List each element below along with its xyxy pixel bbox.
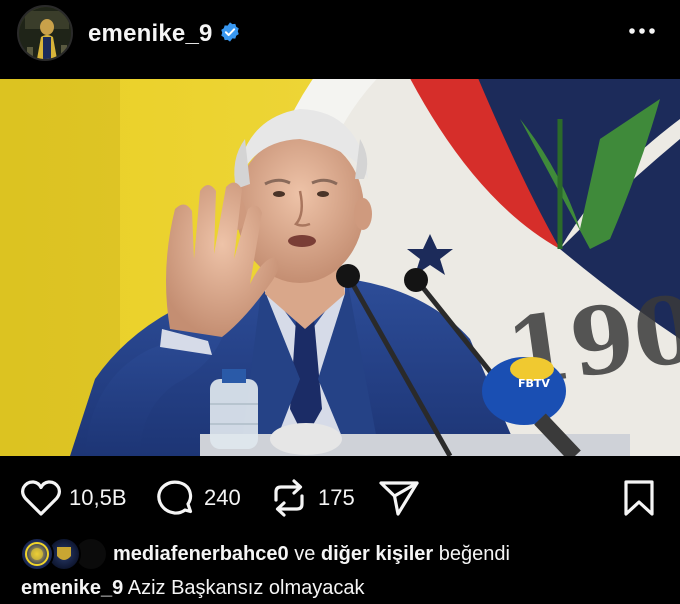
share-icon[interactable] [378,478,420,518]
bookmark-icon[interactable] [622,478,656,518]
liked-connector: ve [294,543,316,565]
liked-suffix: beğendi [438,543,510,565]
caption-text: Aziz Başkansız olmayacak [127,577,365,599]
caption-author[interactable]: emenike_9 [21,577,123,599]
post-action-bar: 10,5B 240 175 [0,468,680,524]
svg-text:FBTV: FBTV [518,377,550,390]
other-likers-link[interactable]: diğer kişiler [321,543,433,565]
repost-icon[interactable] [270,478,308,518]
profile-avatar[interactable] [17,5,73,61]
liker-avatar [20,537,54,571]
likes-count[interactable]: 10,5B [69,485,127,511]
post-header: emenike_9 [0,0,680,78]
post-caption: emenike_9 Aziz Başkansız olmayacak [21,577,365,600]
liked-by-text: mediafenerbahce0 ve diğer kişiler beğend… [113,543,510,566]
post-username[interactable]: emenike_9 [88,20,213,48]
post-photo[interactable]: 1907 FBTV [0,79,680,456]
reposts-count[interactable]: 175 [318,485,355,511]
more-options-icon[interactable] [627,24,657,38]
first-liker-username[interactable]: mediafenerbahce0 [113,543,289,565]
verified-badge-icon [221,22,239,42]
liked-by-row[interactable]: mediafenerbahce0 ve diğer kişiler beğend… [0,536,680,572]
comment-icon[interactable] [155,478,195,518]
heart-icon[interactable] [20,479,62,517]
instagram-post: emenike_9 1907 FBTV 10,5B 240 175 mediaf… [0,0,680,604]
comments-count[interactable]: 240 [204,485,241,511]
